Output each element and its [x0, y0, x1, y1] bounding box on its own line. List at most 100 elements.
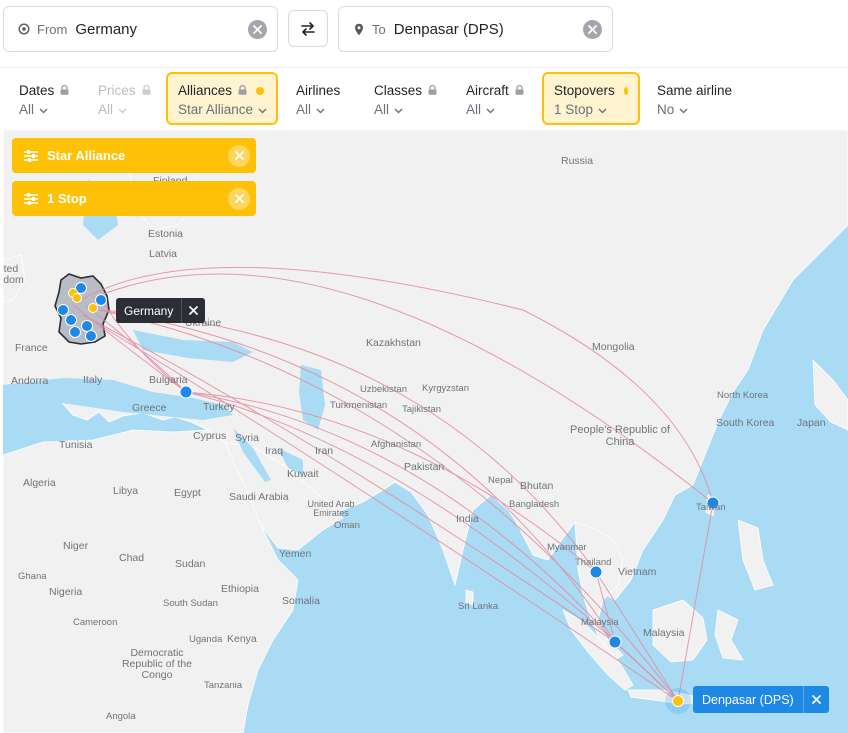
place-label: Ghana — [18, 571, 47, 582]
origin-tag[interactable]: Germany — [116, 298, 206, 323]
place-label: South Sudan — [163, 598, 218, 609]
filter-classes[interactable]: Classes All — [362, 72, 449, 125]
clear-to-button[interactable] — [583, 19, 602, 39]
location-pin-icon — [352, 22, 366, 36]
place-label: Somalia — [282, 595, 320, 607]
place-label: Thailand — [575, 557, 612, 568]
airport-marker[interactable] — [69, 326, 81, 338]
place-label: Oman — [334, 520, 360, 531]
place-label: Kazakhstan — [366, 337, 421, 349]
filter-dates[interactable]: Dates All — [7, 72, 81, 125]
filter-airlines[interactable]: Airlines All — [284, 72, 352, 125]
remove-chip-button[interactable] — [228, 144, 250, 167]
filter-prices[interactable]: Prices All — [86, 72, 163, 125]
stopover-marker-istanbul[interactable] — [179, 385, 193, 399]
place-label: Turkey — [203, 401, 235, 413]
place-label: Kyrgyzstan — [422, 383, 469, 394]
lock-icon — [515, 83, 524, 98]
from-value[interactable]: Germany — [75, 21, 248, 38]
close-icon — [588, 24, 597, 34]
to-value[interactable]: Denpasar (DPS) — [394, 21, 583, 38]
place-label: Iraq — [265, 445, 284, 457]
from-field[interactable]: From Germany — [3, 6, 278, 52]
destination-marker[interactable] — [672, 695, 684, 707]
to-label: To — [372, 21, 386, 37]
close-icon — [189, 306, 199, 315]
map-canvas[interactable] — [3, 130, 848, 733]
airport-marker[interactable] — [57, 304, 69, 316]
place-label: Taiwan — [696, 502, 726, 513]
filter-stopovers[interactable]: Stopovers 1 Stop — [542, 72, 640, 125]
filter-title: Dates — [19, 83, 55, 98]
stopover-marker-singapore[interactable] — [608, 635, 622, 649]
filter-aircraft[interactable]: Aircraft All — [454, 72, 536, 125]
place-label: Nigeria — [49, 586, 83, 598]
filter-value: All — [296, 102, 312, 117]
to-field[interactable]: To Denpasar (DPS) — [338, 6, 613, 52]
place-label: United Arab Emirates — [307, 499, 355, 519]
origin-tag-label: Germany — [124, 303, 174, 318]
chip-label: Star Alliance — [47, 148, 126, 163]
chevron-down-icon — [598, 102, 607, 117]
remove-destination-button[interactable] — [802, 686, 829, 713]
place-label: Iran — [315, 445, 334, 457]
filter-chip-stopovers[interactable]: 1 Stop — [12, 181, 256, 216]
filter-chip-alliance[interactable]: Star Alliance — [12, 138, 256, 173]
place-label: Myanmar — [547, 542, 587, 553]
chevron-down-icon — [258, 102, 267, 117]
place-label: North Korea — [717, 390, 769, 401]
place-label: Yemen — [279, 548, 312, 560]
route-map[interactable]: Russia Finland Estonia Latvia United Kin… — [3, 130, 848, 733]
place-label: Uganda — [189, 634, 223, 645]
place-label: Democratic Republic of the Congo — [121, 647, 193, 682]
filter-title: Prices — [98, 83, 136, 98]
close-icon — [811, 695, 821, 704]
airport-marker[interactable] — [81, 320, 93, 332]
place-label: Syria — [235, 432, 259, 444]
place-label: Japan — [797, 417, 826, 429]
landmass — [3, 130, 848, 733]
filter-title: Airlines — [296, 83, 341, 98]
chevron-down-icon — [118, 102, 127, 117]
sliders-icon — [24, 149, 38, 162]
chevron-down-icon — [679, 102, 688, 117]
place-label: France — [15, 342, 48, 354]
airport-marker[interactable] — [65, 314, 77, 326]
filter-alliances[interactable]: Alliances Star Alliance — [166, 72, 278, 125]
place-label: Latvia — [149, 248, 178, 260]
search-bar: From Germany To Denpasar (DPS) — [0, 0, 848, 64]
airport-marker-origin[interactable] — [72, 293, 82, 303]
filter-title: Aircraft — [466, 83, 509, 98]
airport-marker[interactable] — [85, 330, 97, 342]
place-label: Sri Lanka — [458, 601, 499, 612]
filter-value: Star Alliance — [178, 102, 254, 117]
place-label: Tajikistan — [402, 404, 442, 415]
destination-tag[interactable]: Denpasar (DPS) — [693, 686, 829, 713]
place-label: Sudan — [175, 558, 206, 570]
place-label: South Korea — [716, 417, 775, 429]
remove-chip-button[interactable] — [228, 187, 250, 210]
place-label: India — [456, 513, 479, 525]
place-label: Cyprus — [193, 430, 227, 442]
filter-value: 1 Stop — [554, 102, 594, 117]
airport-marker[interactable] — [95, 294, 107, 306]
remove-origin-button[interactable] — [181, 298, 205, 323]
place-label: Malaysia — [643, 627, 685, 639]
place-label: Cameroon — [73, 617, 118, 628]
close-icon — [234, 151, 244, 160]
place-label: Kuwait — [287, 468, 319, 480]
origin-circle-icon — [17, 22, 31, 36]
place-label: Mongolia — [592, 341, 635, 353]
close-icon — [234, 194, 244, 203]
airport-marker-origin[interactable] — [88, 303, 98, 313]
filter-title: Stopovers — [554, 83, 615, 98]
chevron-down-icon — [486, 102, 495, 117]
filter-value: All — [19, 102, 35, 117]
place-label: Bulgaria — [149, 374, 188, 386]
lock-icon — [60, 83, 69, 98]
clear-from-button[interactable] — [248, 19, 267, 39]
lock-icon — [142, 83, 151, 98]
swap-button[interactable] — [288, 10, 328, 47]
filter-same-airline[interactable]: Same airline No — [645, 72, 744, 125]
sliders-icon — [24, 192, 38, 205]
